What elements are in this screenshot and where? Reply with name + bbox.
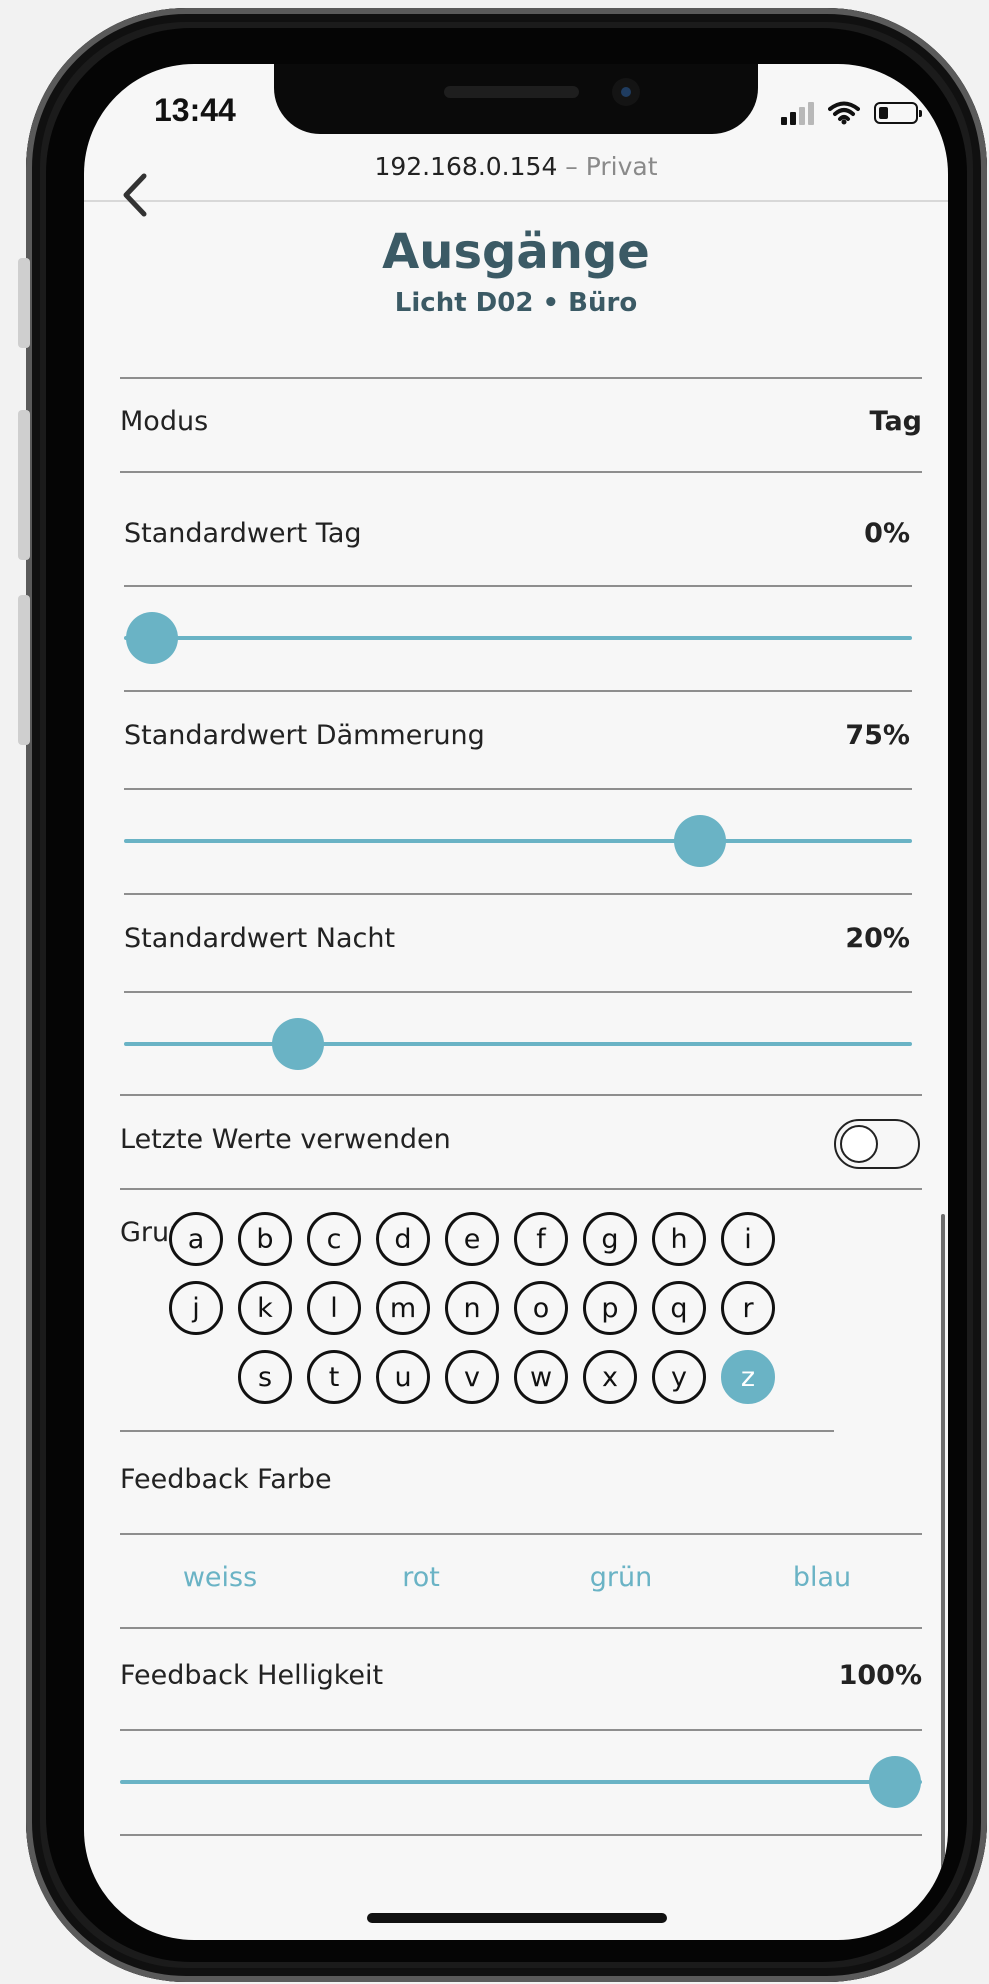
feedback-brightness-slider[interactable] <box>120 1754 922 1810</box>
divider <box>124 893 912 895</box>
divider <box>124 991 912 993</box>
slider-thumb[interactable] <box>674 815 726 867</box>
divider <box>120 1430 834 1432</box>
volume-down-button <box>18 595 30 745</box>
divider <box>120 377 922 379</box>
volume-up-button <box>18 410 30 560</box>
slider-label: Standardwert Tag <box>124 518 362 549</box>
group-button-j[interactable]: j <box>169 1281 223 1335</box>
slider-track[interactable] <box>124 839 912 843</box>
group-button-v[interactable]: v <box>445 1350 499 1404</box>
mode-value: Tag <box>869 406 922 437</box>
mute-switch <box>18 258 30 348</box>
feedback-brightness-value: 100% <box>838 1660 922 1691</box>
group-button-n[interactable]: n <box>445 1281 499 1335</box>
slider-value: 75% <box>845 720 910 751</box>
color-option-blue[interactable]: blau <box>752 1562 892 1593</box>
divider <box>120 471 922 473</box>
wifi-icon <box>828 101 860 125</box>
private-mode-label: Privat <box>585 152 658 181</box>
feedback-color-label: Feedback Farbe <box>120 1464 332 1495</box>
group-button-t[interactable]: t <box>307 1350 361 1404</box>
group-button-k[interactable]: k <box>238 1281 292 1335</box>
slider-label: Standardwert Nacht <box>124 923 396 954</box>
slider-value: 20% <box>845 923 910 954</box>
group-button-r[interactable]: r <box>721 1281 775 1335</box>
group-button-h[interactable]: h <box>652 1212 706 1266</box>
front-camera <box>612 78 640 106</box>
group-button-q[interactable]: q <box>652 1281 706 1335</box>
scrollbar[interactable] <box>941 1214 945 1904</box>
group-button-u[interactable]: u <box>376 1350 430 1404</box>
last-values-toggle[interactable] <box>834 1119 920 1169</box>
group-button-s[interactable]: s <box>238 1350 292 1404</box>
page-subtitle: Licht D02 • Büro <box>394 288 638 318</box>
toggle-knob <box>840 1125 878 1163</box>
back-button[interactable] <box>120 172 150 222</box>
browser-url-bar[interactable]: 192.168.0.154 – Privat <box>84 152 948 202</box>
slider-label: Standardwert Dämmerung <box>124 720 485 751</box>
slider-track[interactable] <box>120 1780 922 1784</box>
slider-value: 0% <box>864 518 910 549</box>
status-icons <box>781 98 922 128</box>
divider <box>120 1834 922 1836</box>
group-button-a[interactable]: a <box>169 1212 223 1266</box>
group-button-m[interactable]: m <box>376 1281 430 1335</box>
slider-track[interactable] <box>124 636 912 640</box>
color-option-white[interactable]: weiss <box>150 1562 290 1593</box>
divider <box>124 690 912 692</box>
slider-track[interactable] <box>124 1042 912 1046</box>
feedback-brightness-label: Feedback Helligkeit <box>120 1660 384 1691</box>
divider <box>120 1094 922 1096</box>
group-button-w[interactable]: w <box>514 1350 568 1404</box>
slider-thumb[interactable] <box>126 612 178 664</box>
group-button-z[interactable]: z <box>721 1350 775 1404</box>
group-button-g[interactable]: g <box>583 1212 637 1266</box>
status-time: 13:44 <box>154 92 236 128</box>
url-separator: – <box>557 152 586 181</box>
notch <box>274 64 758 134</box>
group-button-x[interactable]: x <box>583 1350 637 1404</box>
phone-screen: 13:44 192.168.0.154 – Privat Ausgänge Li… <box>84 64 948 1940</box>
group-button-p[interactable]: p <box>583 1281 637 1335</box>
color-option-green[interactable]: grün <box>551 1562 691 1593</box>
group-button-d[interactable]: d <box>376 1212 430 1266</box>
divider <box>124 788 912 790</box>
group-button-f[interactable]: f <box>514 1212 568 1266</box>
cellular-signal-icon <box>781 101 814 125</box>
page-title: Ausgänge <box>382 224 650 280</box>
group-button-b[interactable]: b <box>238 1212 292 1266</box>
group-button-e[interactable]: e <box>445 1212 499 1266</box>
default-night-slider[interactable] <box>124 1016 912 1072</box>
divider <box>120 1188 922 1190</box>
group-button-y[interactable]: y <box>652 1350 706 1404</box>
home-indicator[interactable] <box>367 1913 667 1923</box>
last-values-label: Letzte Werte verwenden <box>120 1124 451 1155</box>
url-text: 192.168.0.154 <box>374 152 558 181</box>
divider <box>124 585 912 587</box>
divider <box>120 1627 922 1629</box>
divider <box>120 1729 922 1731</box>
group-button-c[interactable]: c <box>307 1212 361 1266</box>
speaker-grille <box>444 86 579 98</box>
group-button-o[interactable]: o <box>514 1281 568 1335</box>
color-option-red[interactable]: rot <box>351 1562 491 1593</box>
battery-icon <box>874 102 922 124</box>
slider-thumb[interactable] <box>869 1756 921 1808</box>
group-button-l[interactable]: l <box>307 1281 361 1335</box>
default-dusk-slider[interactable] <box>124 813 912 869</box>
slider-thumb[interactable] <box>272 1018 324 1070</box>
divider <box>120 1533 922 1535</box>
mode-label: Modus <box>120 406 209 437</box>
group-button-i[interactable]: i <box>721 1212 775 1266</box>
default-day-slider[interactable] <box>124 610 912 666</box>
chevron-left-icon <box>123 173 147 217</box>
